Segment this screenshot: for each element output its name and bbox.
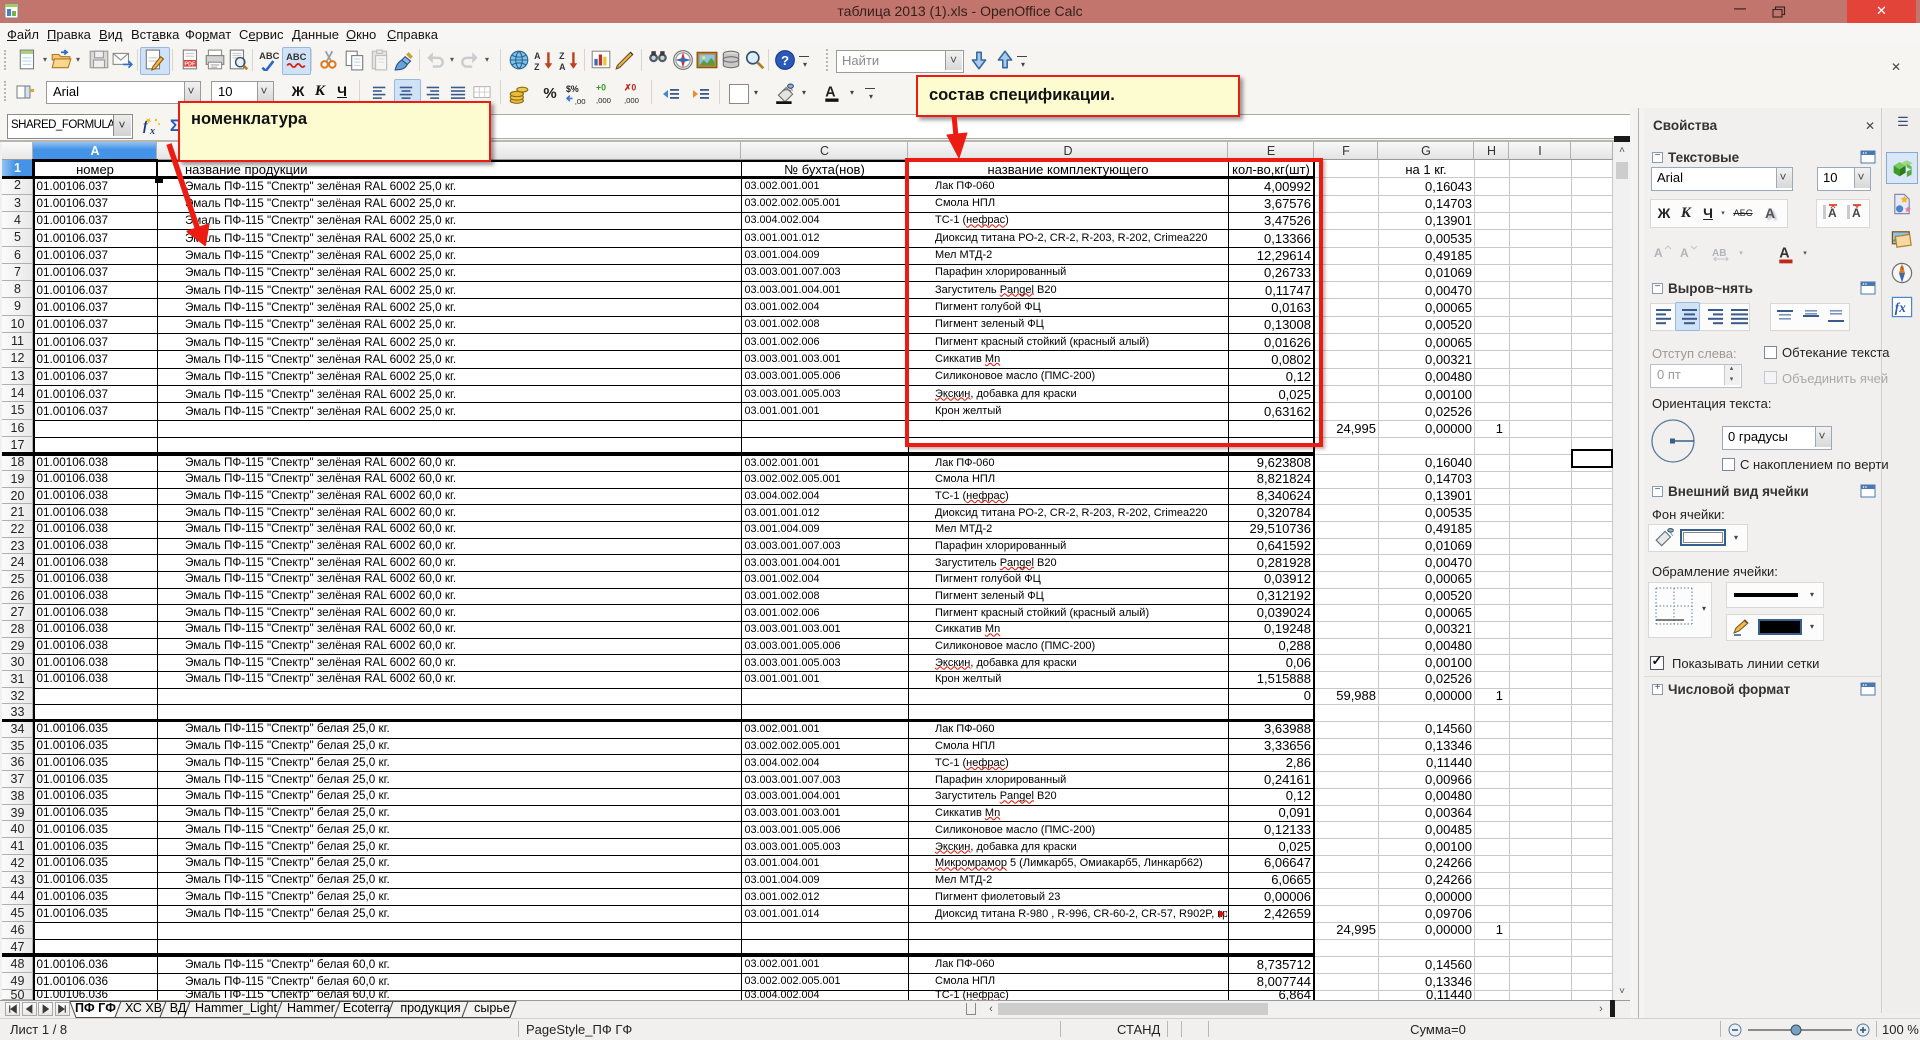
svg-text:А: А [1680,246,1689,260]
svg-text:+0: +0 [596,83,606,93]
svg-text:А: А [1852,206,1861,220]
svg-text:,000: ,000 [596,96,611,105]
svg-text:А: А [1828,206,1837,220]
svg-text:А: А [1779,245,1789,261]
svg-text:Z: Z [534,62,540,71]
svg-text:ABC: ABC [286,52,306,62]
svg-text:АВ: АВ [1712,248,1726,259]
svg-text:Z: Z [559,51,565,61]
svg-text:✗0: ✗0 [624,83,636,93]
svg-text:fx: fx [1895,300,1906,315]
svg-text:?: ? [781,53,789,68]
svg-text:PDF: PDF [184,62,196,68]
svg-text:N: N [1900,265,1904,271]
svg-text:,00: ,00 [575,97,586,105]
svg-text:,000: ,000 [624,96,639,105]
svg-text:A: A [559,62,566,71]
svg-text:А: А [1654,246,1663,260]
svg-text:А: А [825,84,835,100]
svg-text:x: x [149,126,155,137]
svg-text:A: A [534,51,541,61]
svg-text:ABC: ABC [259,51,279,61]
svg-text:$%: $% [566,84,579,94]
